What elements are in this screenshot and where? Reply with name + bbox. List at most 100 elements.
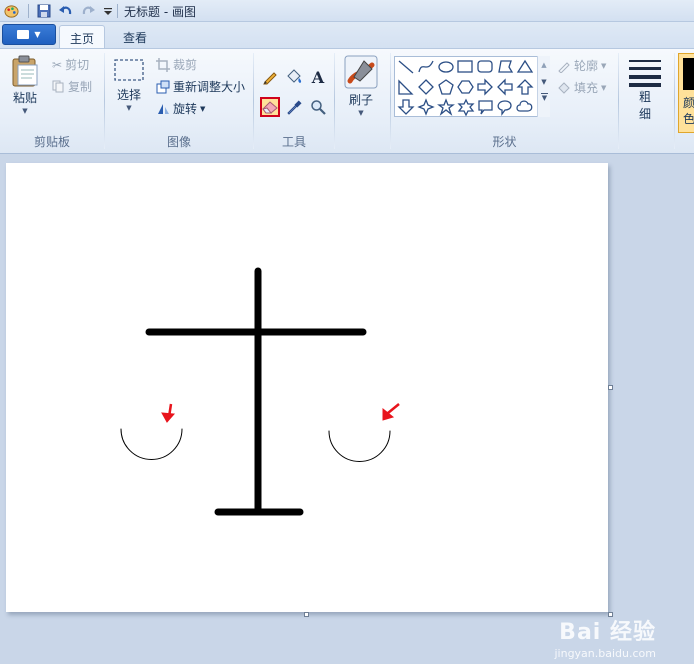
resize-label: 重新调整大小 [173,80,246,94]
canvas-resize-handle-right[interactable] [608,385,613,390]
triangle-shape-icon [516,59,534,73]
size-button[interactable]: 粗 细 [628,57,662,122]
chevron-down-icon: ▼ [601,83,607,92]
rotate-label: 旋转 [173,102,198,116]
image-group: 选择 ▼ 裁剪 重新调整大小 旋转 ▼ 图像 [105,49,253,153]
selection-rectangle-icon [114,59,144,81]
chevron-down-icon: ▼ [22,107,28,115]
paste-label: 粘贴 [12,91,37,105]
left-arrow-shape-icon [497,78,513,96]
balance-scale-drawing [120,267,400,516]
pencil-icon[interactable] [260,67,280,87]
brushes-group: 刷子 ▼ [336,49,388,153]
fill-label: 填充 [574,81,599,95]
copy-label: 复制 [68,80,93,94]
watermark-url: jingyan.baidu.com [554,647,656,660]
copy-icon [52,80,64,93]
chevron-down-icon: ▼ [200,104,206,113]
fill-bucket-small-icon [558,81,570,94]
paint-app-icon[interactable] [3,3,19,19]
color1-swatch [683,58,694,90]
resize-button[interactable]: 重新调整大小 [156,78,245,95]
resize-icon [156,80,170,93]
four-point-star-shape-icon [417,98,435,116]
eraser-icon[interactable] [260,97,280,117]
chevron-down-icon: ▼ [34,30,41,39]
hexagon-shape-icon [457,80,474,94]
scroll-down-icon[interactable]: ▼ [538,78,550,86]
six-point-star-shape-icon [457,98,475,117]
color-picker-icon[interactable] [284,97,304,117]
copy-button[interactable]: 复制 [52,78,92,95]
scroll-up-icon[interactable]: ▲ [538,61,550,69]
brushes-button[interactable]: 刷子 ▼ [344,55,378,117]
crop-label: 裁剪 [173,58,198,72]
rectangle-callout-shape-icon [478,100,493,115]
crop-icon [156,57,170,72]
outline-label: 轮廓 [574,59,599,73]
size-label-line1: 粗 [638,90,651,104]
brushes-label: 刷子 [348,93,373,107]
right-arrow-shape-icon [477,78,493,96]
fill-bucket-icon[interactable] [284,67,304,87]
document-icon [17,30,30,39]
line-width-icon [629,60,661,87]
cut-button[interactable]: ✂ 剪切 [52,56,89,73]
shapes-gallery [394,56,550,117]
tools-group: A 工具 [254,49,334,153]
select-button[interactable]: 选择 ▼ [113,58,145,112]
crop-button[interactable]: 裁剪 [156,56,197,73]
rectangle-shape-icon [457,60,473,73]
tools-group-label: 工具 [281,135,306,149]
redo-icon[interactable] [80,3,96,19]
oval-shape-icon [438,61,454,73]
color1-label-line1: 颜 [683,96,694,110]
left-scale-pan [120,428,183,460]
undo-icon[interactable] [57,3,73,19]
drawing-canvas[interactable] [6,163,608,612]
curve-shape-icon [418,60,434,73]
ribbon: 粘贴 ▼ ✂ 剪切 复制 剪贴板 选择 ▼ 裁剪 重新调整大小 旋转 ▼ 图像 … [0,48,694,154]
tab-home[interactable]: 主页 [59,25,106,49]
chevron-down-icon: ▼ [126,104,132,112]
down-arrow-shape-icon [397,99,415,115]
fill-button[interactable]: 填充 ▼ [557,79,606,96]
polygon-shape-icon [498,60,514,73]
rounded-rectangle-shape-icon [477,60,493,73]
diamond-shape-icon [418,79,434,95]
up-arrow-shape-icon [516,79,534,95]
rotate-button[interactable]: 旋转 ▼ [156,100,205,117]
save-icon[interactable] [36,3,52,19]
canvas-workspace[interactable]: Bai 经验 jingyan.baidu.com [0,155,694,664]
outline-button[interactable]: 轮廓 ▼ [557,57,606,74]
window-title: 无标题 - 画图 [124,5,196,19]
clipboard-group-label: 剪贴板 [33,135,70,149]
scissors-icon: ✂ [52,57,63,72]
chevron-down-icon: ▼ [601,61,607,70]
right-triangle-shape-icon [398,79,414,95]
size-label-line2: 细 [638,107,651,121]
chevron-down-icon: ▼ [358,109,364,117]
color1-button[interactable]: 颜 色 [678,53,694,133]
text-icon[interactable]: A [308,67,328,87]
right-scale-pan [328,430,391,462]
line-shape-icon [398,60,414,74]
cut-label: 剪切 [65,58,90,72]
paste-button[interactable]: 粘贴 ▼ [10,55,40,115]
canvas-resize-handle-bottom[interactable] [304,612,309,617]
rotate-icon [158,103,169,114]
five-point-star-shape-icon [437,98,455,116]
app-menu-button[interactable]: ▼ [2,24,56,45]
cloud-callout-shape-icon [516,100,533,112]
outline-brush-icon [558,61,570,73]
ribbon-tab-strip: ▼ 主页 查看 [0,22,694,49]
title-bar: 无标题 - 画图 [0,0,694,22]
magnifier-icon[interactable] [308,97,328,117]
customize-qat-icon[interactable] [100,3,116,19]
annotation-arrow-right-shaft [387,403,400,414]
gallery-expand-icon[interactable]: ▼ [541,93,548,102]
shapes-group-label: 形状 [492,135,517,149]
tab-view[interactable]: 查看 [113,25,157,49]
clipboard-group: 粘贴 ▼ ✂ 剪切 复制 剪贴板 [0,49,104,153]
shapes-gallery-scrollbar[interactable]: ▲ ▼ ▼ [537,56,550,117]
